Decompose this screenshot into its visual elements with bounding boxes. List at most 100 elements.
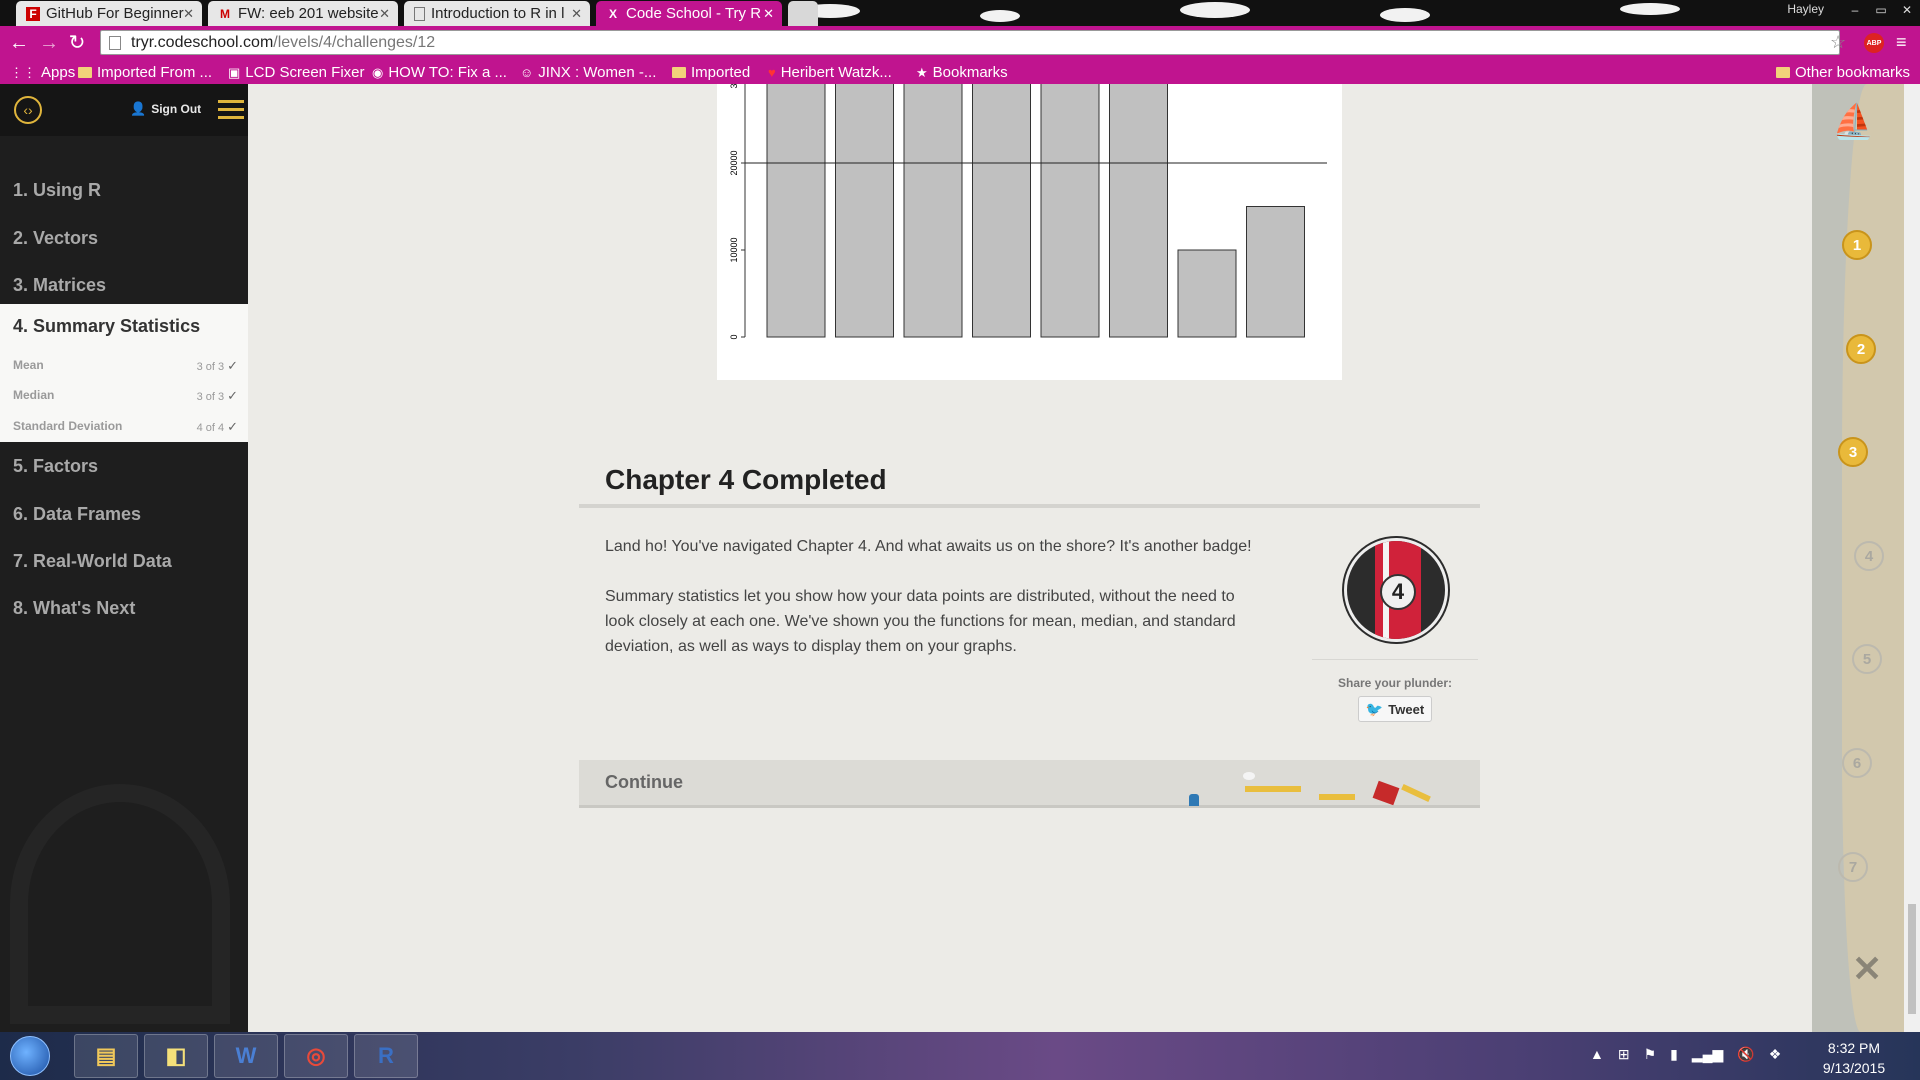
minimize-icon[interactable]: – xyxy=(1842,0,1868,20)
bookmark-heribert-watzk[interactable]: ♥ Heribert Watzk... xyxy=(768,64,892,81)
bookmark-jinx-women[interactable]: ☺ JINX : Women -... xyxy=(520,64,656,81)
progress-count: 4 of 4 xyxy=(196,422,225,434)
star-icon: ★ xyxy=(916,64,928,80)
close-tab-icon[interactable]: ✕ xyxy=(379,6,390,22)
tab-fw-eeb-201-website[interactable]: M FW: eeb 201 website ✕ xyxy=(208,1,398,26)
sign-out-button[interactable]: 👤 Sign Out xyxy=(130,101,201,117)
chapter-badge: 4 xyxy=(1344,538,1448,642)
folder-icon xyxy=(78,67,92,78)
bookmark-imported[interactable]: Imported xyxy=(672,64,750,81)
sidebar-item-factors[interactable]: 5. Factors xyxy=(0,444,248,490)
sidebar-item-data-frames[interactable]: 6. Data Frames xyxy=(0,492,248,538)
progress-count: 3 of 3 xyxy=(196,391,225,403)
map-marker-5[interactable]: 5 xyxy=(1852,644,1882,674)
sidebar-item-using-r[interactable]: 1. Using R xyxy=(0,168,248,214)
volume-muted-icon[interactable]: 🔇 xyxy=(1737,1046,1754,1063)
file-explorer-icon[interactable]: ▤ xyxy=(74,1034,138,1078)
treasure-x-icon: ✕ xyxy=(1852,948,1883,989)
bookmark-how-to-fix[interactable]: ◉ HOW TO: Fix a ... xyxy=(372,64,507,81)
sidebar-item-whats-next[interactable]: 8. What's Next xyxy=(0,586,248,632)
twitter-bird-icon: 🐦 xyxy=(1365,700,1384,717)
pearl-decoration xyxy=(1243,772,1255,780)
sidebar-item-real-world-data[interactable]: 7. Real-World Data xyxy=(0,539,248,585)
bar xyxy=(766,81,826,338)
sub-item-mean[interactable]: Mean 3 of 3 ✓ xyxy=(13,358,238,373)
other-bookmarks[interactable]: Other bookmarks xyxy=(1776,64,1910,81)
bookmark-apps[interactable]: ⋮⋮ Apps xyxy=(10,64,75,81)
background-splotch xyxy=(980,10,1020,22)
hamburger-menu-icon[interactable] xyxy=(218,100,244,120)
tweet-button[interactable]: 🐦 Tweet xyxy=(1358,696,1432,722)
action-center-flag-icon[interactable]: ⚑ xyxy=(1644,1046,1657,1063)
dropbox-icon[interactable]: ❖ xyxy=(1769,1046,1782,1063)
chapter-summary: Summary statistics let you show how your… xyxy=(605,588,1236,655)
map-marker-1[interactable]: 1 xyxy=(1842,230,1872,260)
reload-icon[interactable]: ↻ xyxy=(66,32,88,54)
tray-expand-icon[interactable]: ▲ xyxy=(1590,1046,1604,1063)
bookmark-lcd-screen-fixer[interactable]: ▣ LCD Screen Fixer xyxy=(228,64,365,81)
sidebar-item-vectors[interactable]: 2. Vectors xyxy=(0,216,248,262)
page-scrollbar[interactable] xyxy=(1904,84,1920,1032)
share-divider xyxy=(1312,659,1478,660)
bookmark-imported-from[interactable]: Imported From ... xyxy=(78,64,212,81)
browser-menu-icon[interactable]: ≡ xyxy=(1896,32,1907,53)
checkmark-icon: ✓ xyxy=(227,358,238,373)
map-marker-3[interactable]: 3 xyxy=(1838,437,1868,467)
page-icon xyxy=(109,35,121,50)
close-window-icon[interactable]: ✕ xyxy=(1894,0,1920,20)
url-domain: tryr.codeschool.com xyxy=(131,33,274,51)
sticky-notes-icon[interactable]: ◧ xyxy=(144,1034,208,1078)
bar-chart: 0 10000 20000 30000 xyxy=(717,63,1342,380)
battery-icon[interactable]: ▮ xyxy=(1670,1046,1678,1063)
y-tick-label: 10000 xyxy=(729,237,739,262)
network-signal-icon[interactable]: ▂▄▆ xyxy=(1692,1046,1723,1063)
address-bar[interactable]: tryr.codeschool.com/levels/4/challenges/… xyxy=(100,30,1840,55)
map-marker-7[interactable]: 7 xyxy=(1838,852,1868,882)
forward-arrow-icon[interactable]: → xyxy=(38,32,60,54)
tab-introduction-to-r[interactable]: Introduction to R in l ✕ xyxy=(404,1,590,26)
document-icon xyxy=(414,6,425,21)
sub-item-standard-deviation[interactable]: Standard Deviation 4 of 4 ✓ xyxy=(13,419,238,434)
bookmark-star-icon[interactable]: ☆ xyxy=(1830,32,1846,53)
map-marker-4[interactable]: 4 xyxy=(1854,541,1884,571)
tab-title: Introduction to R in l xyxy=(431,5,565,22)
continue-button[interactable]: Continue xyxy=(579,760,1480,808)
new-tab-button[interactable] xyxy=(788,1,818,26)
r-app-icon[interactable]: R xyxy=(354,1034,418,1078)
sub-item-median[interactable]: Median 3 of 3 ✓ xyxy=(13,388,238,403)
maximize-icon[interactable]: ▭ xyxy=(1868,0,1894,20)
gold-bars-decoration xyxy=(1245,786,1301,792)
sidebar-item-summary-statistics[interactable]: 4. Summary Statistics Mean 3 of 3 ✓ Median… xyxy=(0,304,248,442)
site-favicon-icon: ♥ xyxy=(768,65,776,80)
start-button[interactable] xyxy=(10,1036,50,1076)
system-clock[interactable]: 8:32 PM 9/13/2015 xyxy=(1804,1038,1904,1078)
folder-icon xyxy=(1776,67,1790,78)
tab-title: FW: eeb 201 website xyxy=(238,5,379,22)
close-tab-icon[interactable]: ✕ xyxy=(763,6,774,22)
map-marker-2[interactable]: 2 xyxy=(1846,334,1876,364)
scrollbar-thumb[interactable] xyxy=(1908,904,1916,1014)
sidebar-item-matrices[interactable]: 3. Matrices xyxy=(0,263,248,309)
word-icon[interactable]: W xyxy=(214,1034,278,1078)
profile-name[interactable]: Hayley xyxy=(1787,2,1824,16)
completion-message: Land ho! You've navigated Chapter 4. And… xyxy=(605,538,1252,555)
share-label: Share your plunder: xyxy=(1337,676,1453,690)
apps-grid-icon: ⋮⋮ xyxy=(10,64,36,80)
bookmark-bookmarks[interactable]: ★ Bookmarks xyxy=(916,64,1008,81)
adblock-icon[interactable]: ABP xyxy=(1864,33,1884,53)
sidebar-header: ‹› 👤 Sign Out xyxy=(0,84,248,136)
chrome-icon[interactable]: ◎ xyxy=(284,1034,348,1078)
tab-title: GitHub For Beginner xyxy=(46,5,184,22)
close-tab-icon[interactable]: ✕ xyxy=(571,6,582,22)
code-school-logo-icon[interactable]: ‹› xyxy=(14,96,42,124)
tab-favicon-icon: X xyxy=(608,6,617,21)
close-tab-icon[interactable]: ✕ xyxy=(183,6,194,22)
tab-github-for-beginners[interactable]: F GitHub For Beginner ✕ xyxy=(16,1,202,26)
system-tray: ▲ ⊞ ⚑ ▮ ▂▄▆ 🔇 ❖ xyxy=(1590,1046,1781,1063)
tab-code-school-try-r[interactable]: X Code School - Try R ✕ xyxy=(596,1,782,26)
progress-map: ⛵ 1 2 3 4 5 6 7 ✕ xyxy=(1812,84,1904,1032)
back-arrow-icon[interactable]: ← xyxy=(8,32,30,54)
clock-time: 8:32 PM xyxy=(1827,1040,1881,1056)
map-marker-6[interactable]: 6 xyxy=(1842,748,1872,778)
windows-flag-icon[interactable]: ⊞ xyxy=(1618,1046,1630,1063)
